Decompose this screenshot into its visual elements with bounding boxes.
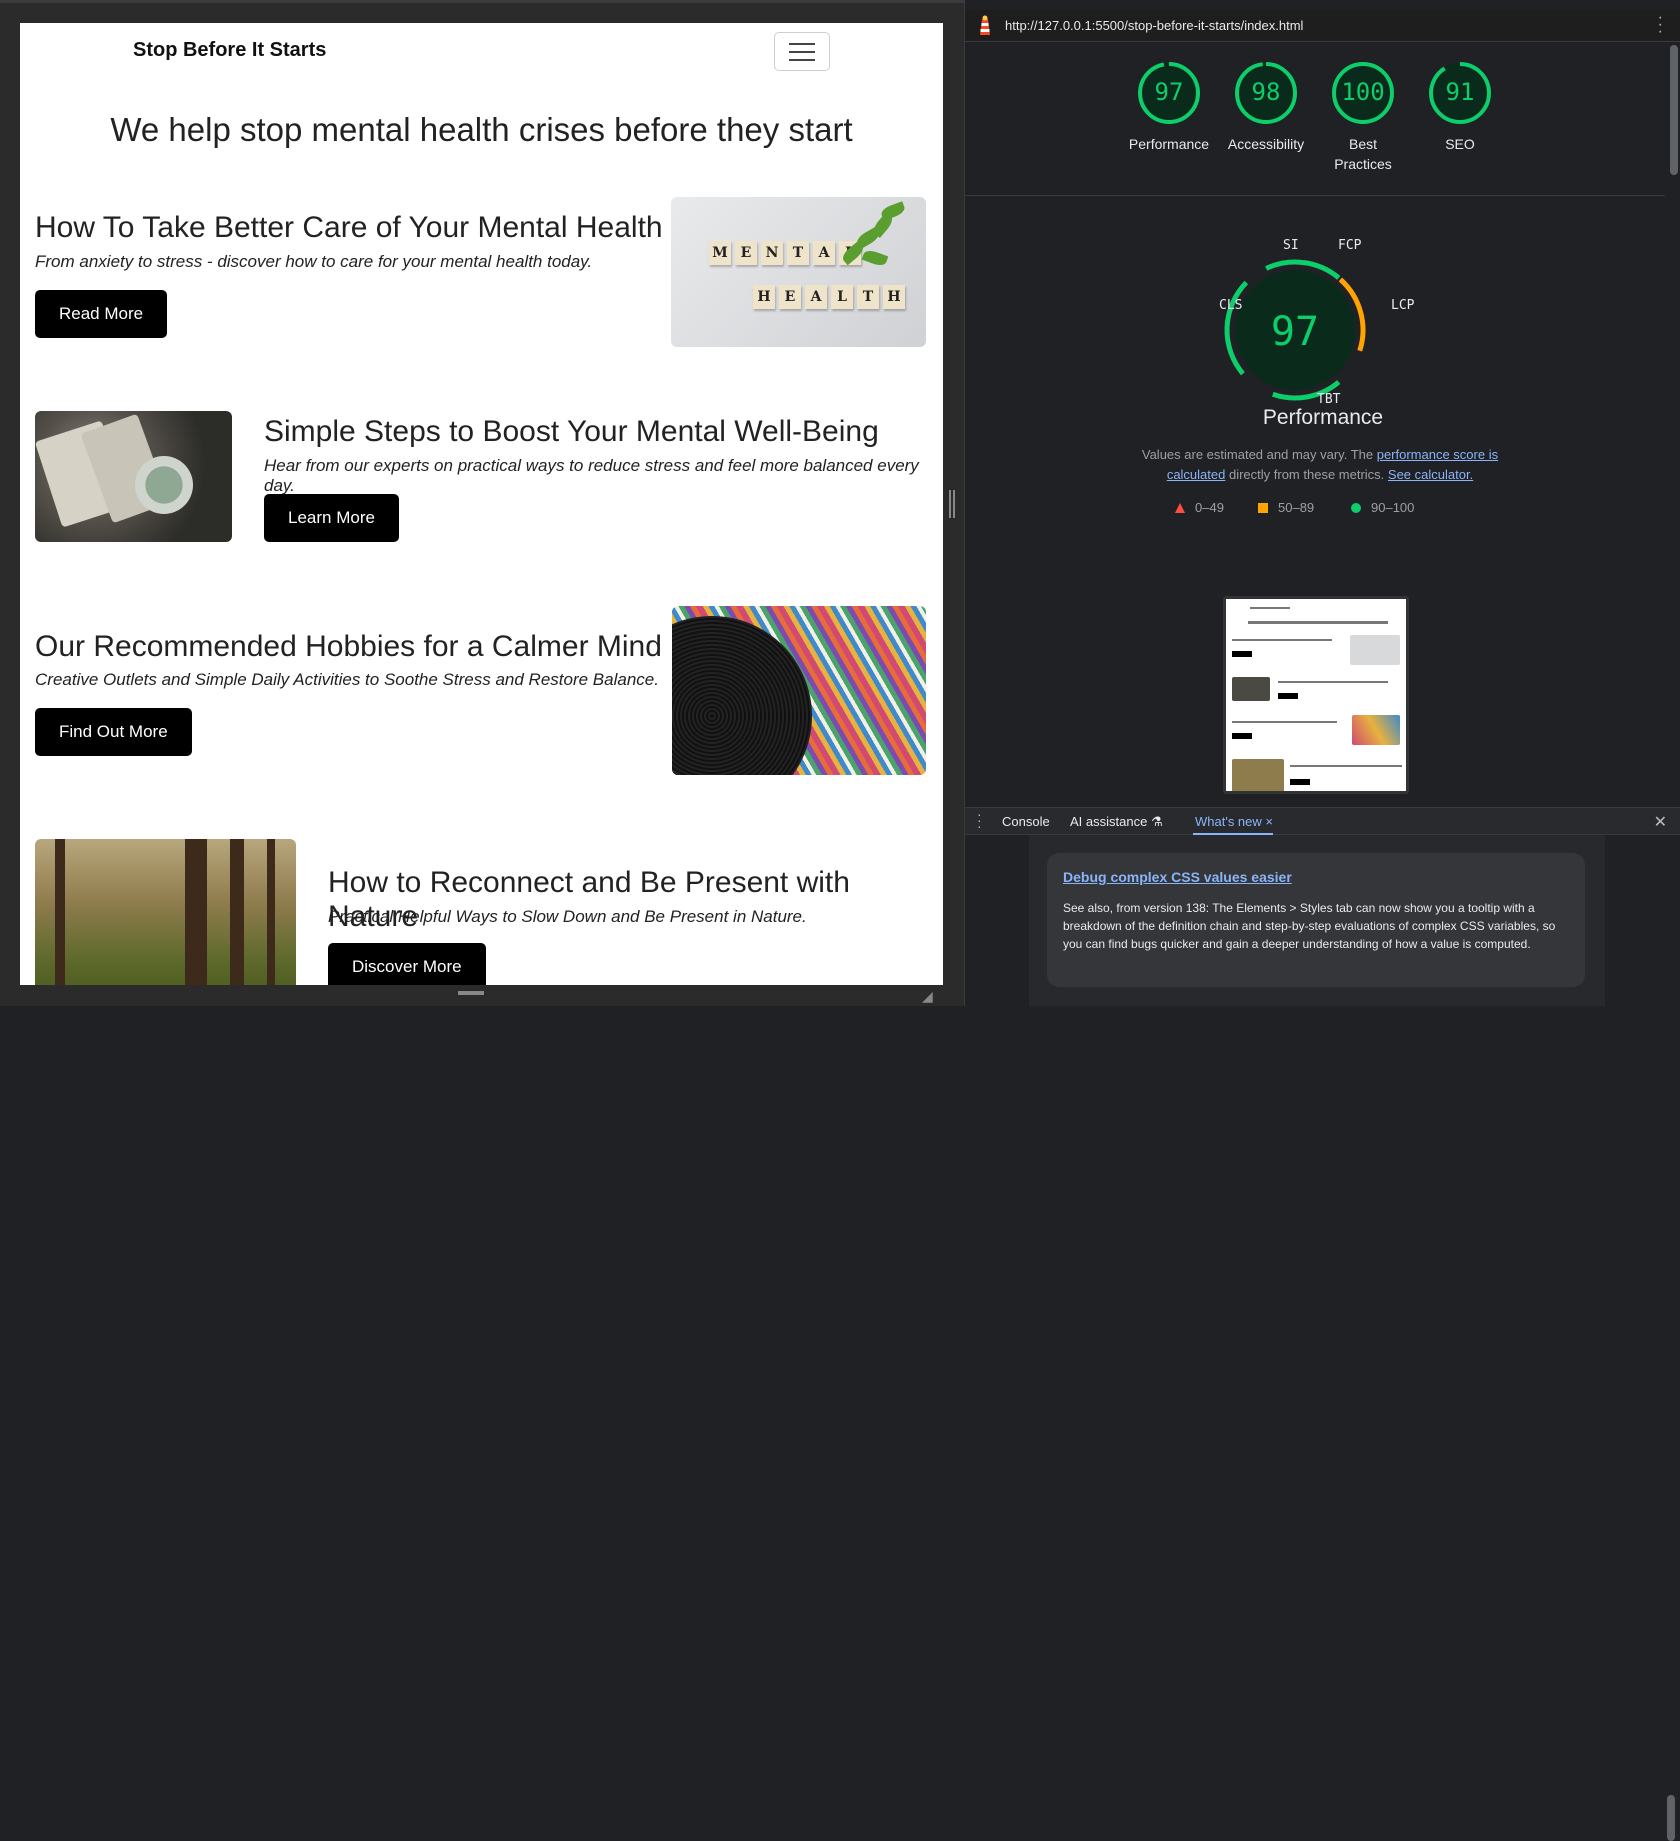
performance-title: Performance (1262, 406, 1384, 429)
gauge-score: 98 (1251, 78, 1281, 106)
drawer-tab-bar: · · · Console AI assistance ⚗ What's new ×… (965, 807, 1680, 835)
metric-tbt-label: TBT (1317, 392, 1341, 407)
hero-title: We help stop mental health crises before… (110, 111, 853, 148)
report-url-bar: http://127.0.0.1:5500/stop-before-it-sta… (965, 10, 1680, 42)
hamburger-icon (789, 42, 815, 45)
gauge-accessibility[interactable]: 98 Accessibility (1217, 60, 1315, 154)
find-out-more-button[interactable]: Find Out More (35, 708, 192, 756)
gauge-seo[interactable]: 91 SEO (1411, 60, 1509, 154)
lighthouse-panel: http://127.0.0.1:5500/stop-before-it-sta… (964, 0, 1680, 1841)
average-square-icon (1258, 502, 1268, 513)
drawer-menu-icon[interactable]: · · · (977, 807, 982, 833)
gauge-best-practices[interactable]: 100 Best Practices (1314, 60, 1412, 174)
vinyl-records-image (672, 606, 926, 775)
gauge-label: Performance (1128, 136, 1210, 152)
card-title: Simple Steps to Boost Your Mental Well-B… (264, 415, 879, 448)
gauge-score: 100 (1341, 78, 1385, 106)
discover-more-button[interactable]: Discover More (328, 943, 486, 985)
card-subtitle: Hear from our experts on practical ways … (264, 456, 919, 495)
card-title: Our Recommended Hobbies for a Calmer Min… (35, 630, 662, 663)
whats-new-body: See also, from version 138: The Elements… (1063, 901, 1556, 951)
close-drawer-icon[interactable]: ✕ (1654, 812, 1667, 832)
report-scrollbar-thumb[interactable] (1670, 45, 1678, 175)
metric-cls-label: CLS (1219, 298, 1243, 313)
fail-triangle-icon (1175, 502, 1185, 513)
gauge-score: 97 (1154, 78, 1184, 106)
pass-circle-icon (1351, 502, 1361, 513)
report-url: http://127.0.0.1:5500/stop-before-it-sta… (1005, 18, 1304, 33)
more-options-icon[interactable]: · · · (1658, 10, 1663, 40)
tab-whats-new[interactable]: What's new × (1195, 814, 1273, 829)
gauge-score: 91 (1445, 78, 1475, 106)
metric-si-label: SI (1283, 238, 1299, 253)
viewport-height-resize-handle[interactable] (458, 991, 484, 995)
big-score: 97 (1271, 309, 1319, 355)
page-viewport[interactable]: Stop Before It Starts We help stop menta… (20, 23, 943, 985)
nav-toggle-button[interactable] (774, 32, 830, 71)
legend-fail: 0–49 (1175, 500, 1224, 515)
tab-console[interactable]: Console (1002, 814, 1050, 829)
viewport-corner-resize-handle[interactable]: ◢ (922, 988, 933, 1005)
card-subtitle: Creative Outlets and Simple Daily Activi… (35, 670, 659, 689)
whats-new-card: Debug complex CSS values easier See also… (1047, 853, 1585, 987)
drawer-scrollbar-thumb[interactable] (1667, 1795, 1675, 1841)
whats-new-title-link[interactable]: Debug complex CSS values easier (1063, 869, 1569, 885)
device-toolbar (0, 0, 964, 3)
final-screenshot-thumbnail[interactable] (1223, 596, 1409, 794)
forest-image (35, 839, 296, 985)
tab-ai-assistance[interactable]: AI assistance ⚗ (1070, 814, 1163, 830)
gauge-label: Best Practices (1334, 136, 1392, 172)
site-brand[interactable]: Stop Before It Starts (133, 39, 326, 62)
lighthouse-icon (980, 15, 990, 35)
tile-row-health: HEALTH (753, 285, 905, 309)
device-preview-pane: Stop Before It Starts We help stop menta… (0, 0, 964, 1006)
card-subtitle: Practical Helpful Ways to Slow Down and … (328, 907, 807, 926)
gauge-label: Accessibility (1227, 136, 1305, 152)
close-tab-icon[interactable]: × (1265, 814, 1273, 829)
section-divider (965, 195, 1665, 196)
legend-average: 50–89 (1258, 500, 1314, 515)
mental-health-tiles-image: MENTAL HEALTH (671, 197, 926, 347)
read-more-button[interactable]: Read More (35, 290, 168, 338)
performance-metrics-gauge: 97 (1224, 259, 1366, 401)
card-title: How To Take Better Care of Your Mental H… (35, 211, 663, 244)
see-calculator-link[interactable]: See calculator. (1388, 467, 1473, 482)
tile-row-mental: MENTAL (709, 241, 861, 265)
viewport-width-resize-handle[interactable] (949, 490, 955, 518)
metric-lcp-label: LCP (1391, 298, 1415, 313)
metric-fcp-label: FCP (1338, 238, 1362, 253)
learn-more-button[interactable]: Learn More (264, 494, 399, 542)
whats-new-panel: Debug complex CSS values easier See also… (965, 835, 1680, 1841)
gauge-performance[interactable]: 97 Performance (1120, 60, 1218, 154)
card-subtitle: From anxiety to stress - discover how to… (35, 252, 593, 271)
gauge-label: SEO (1445, 136, 1475, 152)
legend-pass: 90–100 (1351, 500, 1414, 515)
book-and-tea-image (35, 411, 232, 542)
experiment-flask-icon: ⚗ (1150, 814, 1163, 829)
values-note: Values are estimated and may vary. The p… (1141, 447, 1499, 482)
